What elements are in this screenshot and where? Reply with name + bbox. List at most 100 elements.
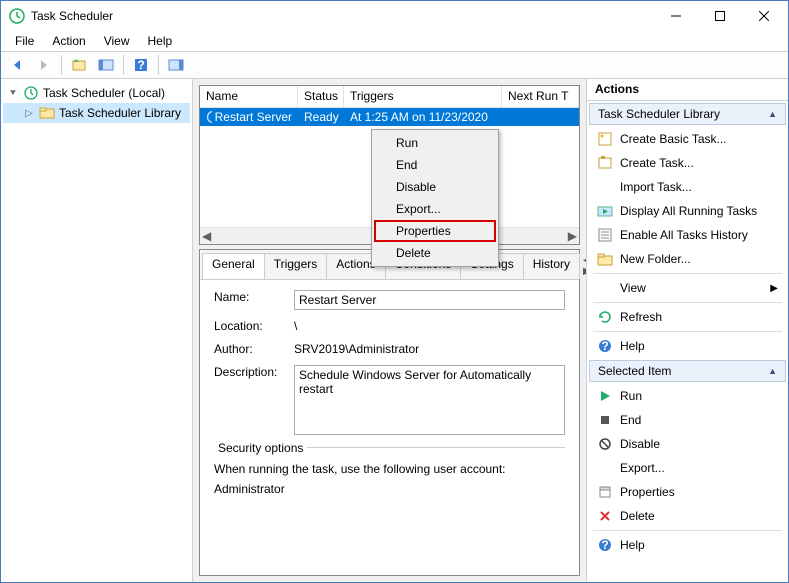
ctx-run[interactable]: Run bbox=[374, 132, 496, 154]
location-label: Location: bbox=[214, 319, 294, 333]
ctx-disable[interactable]: Disable bbox=[374, 176, 496, 198]
tab-triggers[interactable]: Triggers bbox=[264, 253, 328, 279]
maximize-button[interactable] bbox=[698, 2, 742, 30]
detail-panel: General Triggers Actions Conditions Sett… bbox=[199, 249, 580, 576]
tree-panel: ⯆ Task Scheduler (Local) ▷ Task Schedule… bbox=[1, 79, 193, 582]
titlebar: Task Scheduler bbox=[1, 1, 788, 31]
show-hide-console-button[interactable] bbox=[94, 53, 118, 77]
author-value: SRV2019\Administrator bbox=[294, 342, 565, 356]
task-row[interactable]: Restart Server Ready At 1:25 AM on 11/23… bbox=[200, 108, 579, 126]
action-enable-history[interactable]: Enable All Tasks History bbox=[587, 223, 788, 247]
tree-root[interactable]: ⯆ Task Scheduler (Local) bbox=[3, 83, 190, 103]
description-field[interactable]: Schedule Windows Server for Automaticall… bbox=[294, 365, 565, 435]
toolbar: ? bbox=[1, 51, 788, 79]
toolbar-separator bbox=[61, 55, 62, 75]
menu-help[interactable]: Help bbox=[140, 32, 181, 50]
ctx-properties[interactable]: Properties bbox=[374, 220, 496, 242]
submenu-arrow-icon: ▶ bbox=[770, 283, 778, 294]
view-icon bbox=[597, 280, 613, 296]
action-view[interactable]: View▶ bbox=[587, 276, 788, 300]
folder-icon bbox=[39, 105, 55, 121]
toolbar-separator bbox=[158, 55, 159, 75]
show-hide-action-pane-button[interactable] bbox=[164, 53, 188, 77]
help-icon: ? bbox=[597, 537, 613, 553]
tree-expand-icon[interactable]: ▷ bbox=[23, 108, 35, 119]
task-list-header: Name Status Triggers Next Run T bbox=[200, 86, 579, 108]
menu-view[interactable]: View bbox=[96, 32, 138, 50]
refresh-icon bbox=[597, 309, 613, 325]
import-icon bbox=[597, 179, 613, 195]
tree-root-label: Task Scheduler (Local) bbox=[43, 86, 165, 100]
disable-icon bbox=[597, 436, 613, 452]
col-name[interactable]: Name bbox=[200, 86, 298, 107]
col-triggers[interactable]: Triggers bbox=[344, 86, 502, 107]
ctx-delete[interactable]: Delete bbox=[374, 242, 496, 264]
action-create-task[interactable]: Create Task... bbox=[587, 151, 788, 175]
actions-group-selected[interactable]: Selected Item ▲ bbox=[589, 360, 786, 382]
action-end[interactable]: End bbox=[587, 408, 788, 432]
action-help[interactable]: ?Help bbox=[587, 334, 788, 358]
tab-history[interactable]: History bbox=[523, 253, 580, 279]
svg-text:?: ? bbox=[601, 538, 608, 552]
author-label: Author: bbox=[214, 342, 294, 356]
separator bbox=[593, 530, 782, 531]
help-button[interactable]: ? bbox=[129, 53, 153, 77]
running-icon bbox=[597, 203, 613, 219]
run-icon bbox=[597, 388, 613, 404]
actions-group-library[interactable]: Task Scheduler Library ▲ bbox=[589, 103, 786, 125]
tab-general[interactable]: General bbox=[202, 253, 265, 279]
actions-panel: Actions Task Scheduler Library ▲ Create … bbox=[586, 79, 788, 582]
svg-text:?: ? bbox=[601, 339, 608, 353]
action-delete[interactable]: Delete bbox=[587, 504, 788, 528]
tree-collapse-icon[interactable]: ⯆ bbox=[7, 88, 19, 99]
help-icon: ? bbox=[597, 338, 613, 354]
chevron-up-icon: ▲ bbox=[768, 109, 777, 119]
security-options: Security options When running the task, … bbox=[214, 447, 565, 496]
action-run[interactable]: Run bbox=[587, 384, 788, 408]
history-icon bbox=[597, 227, 613, 243]
app-icon bbox=[9, 8, 25, 24]
export-icon bbox=[597, 460, 613, 476]
up-button[interactable] bbox=[67, 53, 91, 77]
action-disable[interactable]: Disable bbox=[587, 432, 788, 456]
back-button[interactable] bbox=[5, 53, 29, 77]
action-import-task[interactable]: Import Task... bbox=[587, 175, 788, 199]
folder-icon bbox=[597, 251, 613, 267]
name-field[interactable] bbox=[294, 290, 565, 310]
name-label: Name: bbox=[214, 290, 294, 304]
action-create-basic-task[interactable]: Create Basic Task... bbox=[587, 127, 788, 151]
svg-text:?: ? bbox=[137, 58, 144, 72]
delete-icon bbox=[597, 508, 613, 524]
task-row-triggers: At 1:25 AM on 11/23/2020 bbox=[344, 110, 502, 124]
action-properties[interactable]: Properties bbox=[587, 480, 788, 504]
task-icon bbox=[597, 155, 613, 171]
menu-file[interactable]: File bbox=[7, 32, 42, 50]
action-display-running[interactable]: Display All Running Tasks bbox=[587, 199, 788, 223]
action-export[interactable]: Export... bbox=[587, 456, 788, 480]
context-menu: Run End Disable Export... Properties Del… bbox=[371, 129, 499, 267]
action-new-folder[interactable]: New Folder... bbox=[587, 247, 788, 271]
menu-action[interactable]: Action bbox=[44, 32, 93, 50]
actions-header: Actions bbox=[587, 79, 788, 101]
task-row-name: Restart Server bbox=[200, 110, 298, 124]
properties-icon bbox=[597, 484, 613, 500]
window-title: Task Scheduler bbox=[31, 9, 654, 23]
end-icon bbox=[597, 412, 613, 428]
location-value: \ bbox=[294, 319, 565, 333]
col-next-run[interactable]: Next Run T bbox=[502, 86, 579, 107]
ctx-end[interactable]: End bbox=[374, 154, 496, 176]
action-help-2[interactable]: ?Help bbox=[587, 533, 788, 557]
tree-library[interactable]: ▷ Task Scheduler Library bbox=[3, 103, 190, 123]
col-status[interactable]: Status bbox=[298, 86, 344, 107]
security-account: Administrator bbox=[214, 482, 565, 496]
minimize-button[interactable] bbox=[654, 2, 698, 30]
ctx-export[interactable]: Export... bbox=[374, 198, 496, 220]
wizard-icon bbox=[597, 131, 613, 147]
separator bbox=[593, 331, 782, 332]
chevron-up-icon: ▲ bbox=[768, 366, 777, 376]
security-legend: Security options bbox=[214, 441, 307, 455]
action-refresh[interactable]: Refresh bbox=[587, 305, 788, 329]
menubar: File Action View Help bbox=[1, 31, 788, 51]
forward-button[interactable] bbox=[32, 53, 56, 77]
close-button[interactable] bbox=[742, 2, 786, 30]
